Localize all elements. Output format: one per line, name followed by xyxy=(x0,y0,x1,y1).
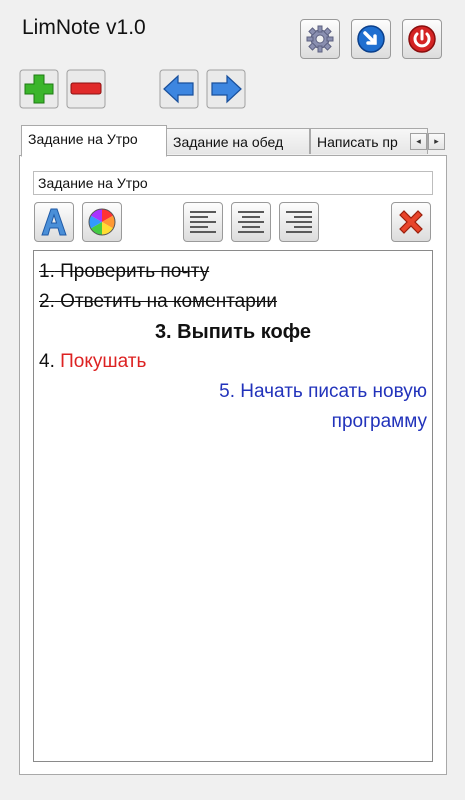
minimize-button[interactable] xyxy=(351,19,391,59)
note-line-5: 5. Начать писать новую программу xyxy=(219,381,427,432)
note-line-4: 4. Покушать xyxy=(39,351,147,372)
tab-morning[interactable]: Задание на Утро xyxy=(21,125,167,157)
add-note-button[interactable] xyxy=(19,69,59,109)
prev-note-button[interactable] xyxy=(159,69,199,109)
arrow-left-icon xyxy=(159,69,199,109)
note-line-2: 2. Ответить на коментарии xyxy=(39,291,278,312)
settings-button[interactable] xyxy=(300,19,340,59)
align-left-icon xyxy=(190,208,216,236)
align-right-icon xyxy=(286,208,312,236)
color-button[interactable] xyxy=(82,202,122,242)
font-button[interactable] xyxy=(34,202,74,242)
tab-scroll-right[interactable]: ▸ xyxy=(428,133,445,150)
tab-scroll-left[interactable]: ◂ xyxy=(410,133,427,150)
app-title: LimNote v1.0 xyxy=(22,16,146,39)
arrow-down-right-icon xyxy=(357,25,385,53)
align-right-button[interactable] xyxy=(279,202,319,242)
power-icon xyxy=(408,25,436,53)
arrow-right-icon xyxy=(206,69,246,109)
align-left-button[interactable] xyxy=(183,202,223,242)
delete-button[interactable] xyxy=(391,202,431,242)
note-editor[interactable]: 1. Проверить почту 2. Ответить на комент… xyxy=(33,250,433,762)
next-note-button[interactable] xyxy=(206,69,246,109)
note-title-input[interactable] xyxy=(33,171,433,195)
note-line-1: 1. Проверить почту xyxy=(39,261,210,282)
remove-note-button[interactable] xyxy=(66,69,106,109)
gear-icon xyxy=(306,25,334,53)
align-center-icon xyxy=(238,208,264,236)
close-button[interactable] xyxy=(402,19,442,59)
tab-lunch[interactable]: Задание на обед xyxy=(166,128,310,154)
font-icon xyxy=(41,208,67,236)
plus-icon xyxy=(19,69,59,109)
minus-icon xyxy=(66,69,106,109)
note-line-3: 3. Выпить кофе xyxy=(154,321,312,343)
color-wheel-icon xyxy=(88,208,116,236)
align-center-button[interactable] xyxy=(231,202,271,242)
close-icon xyxy=(399,210,423,234)
